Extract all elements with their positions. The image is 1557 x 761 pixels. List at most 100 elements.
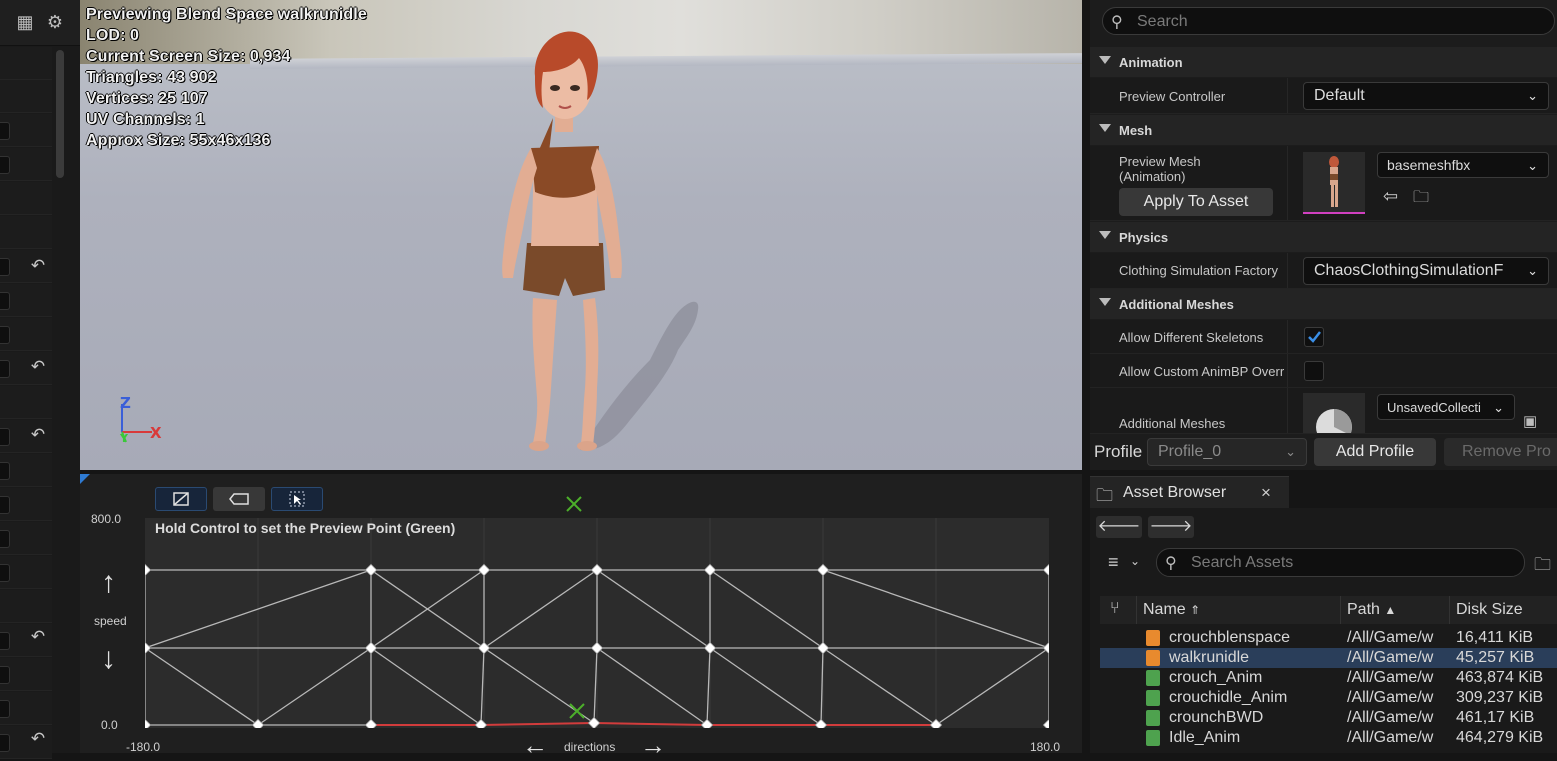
character-model <box>502 31 622 451</box>
category-label: Additional Meshes <box>1119 297 1234 312</box>
folder-icon[interactable]: 🗀 <box>1534 552 1551 581</box>
viewport-stat-screen-size: Current Screen Size: 0,934 <box>86 48 291 65</box>
left-row <box>0 114 52 147</box>
triangulation-toggle-button[interactable] <box>155 487 207 511</box>
reset-arrow-icon[interactable]: ↶ <box>29 358 47 376</box>
asset-row-selected[interactable]: walkrunidle /All/Game/w 45,257 KiB <box>1100 648 1557 668</box>
chevron-down-icon: ⌄ <box>1527 158 1538 173</box>
pie-collection-icon <box>1316 409 1352 433</box>
dropdown-value: Default <box>1314 87 1365 104</box>
blendspace-graph[interactable]: Hold Control to set the Preview Point (G… <box>145 518 1049 728</box>
asset-name: crouchidle_Anim <box>1169 689 1288 706</box>
asset-path: /All/Game/w <box>1347 629 1434 646</box>
additional-meshes-dropdown[interactable]: UnsavedCollecti ⌄ <box>1377 394 1515 420</box>
tab-label: Asset Browser <box>1123 484 1227 501</box>
search-icon: ⚲ <box>1165 555 1177 572</box>
add-profile-button[interactable]: Add Profile <box>1314 438 1436 466</box>
chevron-down-icon: ⌄ <box>1527 88 1538 103</box>
eraser-icon <box>229 493 249 505</box>
asset-size: 463,874 KiB <box>1456 669 1544 686</box>
viewport-stat-uv: UV Channels: 1 <box>86 111 205 128</box>
left-scrollbar[interactable] <box>56 50 64 178</box>
collapse-triangle-icon <box>1099 124 1111 132</box>
asset-size: 16,411 KiB <box>1456 629 1534 646</box>
asset-size: 309,237 KiB <box>1456 689 1544 706</box>
preview-controller-dropdown[interactable]: Default ⌄ <box>1303 82 1549 110</box>
asset-search-input[interactable]: ⚲ Search Assets <box>1156 548 1525 577</box>
collection-thumbnail[interactable] <box>1303 393 1365 433</box>
table-icon[interactable]: ▦ <box>15 12 35 32</box>
left-row <box>0 488 52 521</box>
blendspace-hint: Hold Control to set the Preview Point (G… <box>155 520 456 536</box>
gear-icon[interactable]: ⚙ <box>45 12 65 32</box>
checkmark-icon <box>1308 331 1321 343</box>
asset-row[interactable]: crouch_Anim /All/Game/w 463,874 KiB <box>1100 668 1557 688</box>
reset-arrow-icon[interactable]: ↶ <box>29 628 47 646</box>
left-row <box>0 386 52 419</box>
reset-arrow-icon[interactable]: ↶ <box>29 426 47 444</box>
asset-path: /All/Game/w <box>1347 709 1434 726</box>
sort-up-icon: ▲ <box>1384 603 1397 617</box>
asset-size: 461,17 KiB <box>1456 709 1535 726</box>
blendspace-triangulation <box>145 518 1049 728</box>
arrow-left-icon: 🡐 <box>1097 518 1141 535</box>
viewport-stat-triangles: Triangles: 43 902 <box>86 69 217 86</box>
mesh-thumbnail[interactable] <box>1303 152 1365 214</box>
remove-profile-button[interactable]: Remove Pro <box>1444 438 1557 466</box>
asset-row[interactable]: Idle_Anim /All/Game/w 464,279 KiB <box>1100 728 1557 748</box>
left-row <box>0 148 52 181</box>
column-name[interactable]: Name ⇑ <box>1143 601 1200 629</box>
asset-row[interactable]: crouchidle_Anim /All/Game/w 309,237 KiB <box>1100 688 1557 708</box>
close-icon[interactable]: × <box>1261 483 1271 503</box>
allow-skeletons-checkbox[interactable] <box>1304 327 1324 347</box>
category-physics[interactable]: Physics <box>1090 222 1557 252</box>
x-axis-name: directions <box>564 740 616 754</box>
prop-additional-meshes: Additional Meshes UnsavedCollecti ⌄ ▣ <box>1090 388 1557 434</box>
details-search-input[interactable]: ⚲ Search <box>1102 7 1555 35</box>
allow-animbp-checkbox[interactable] <box>1304 361 1324 381</box>
viewport-stat-vertices: Vertices: 25 107 <box>86 90 208 107</box>
preview-viewport[interactable]: Z X Y Previewing Blend Space walkrunidle… <box>80 0 1082 470</box>
reset-arrow-icon[interactable]: ↶ <box>29 257 47 275</box>
left-row <box>0 80 52 113</box>
forward-button[interactable]: 🡒 <box>1148 516 1194 538</box>
snap-button[interactable] <box>271 487 323 511</box>
asset-name: walkrunidle <box>1169 649 1250 666</box>
x-axis-max-label: 180.0 <box>1030 740 1061 754</box>
blendspace-editor[interactable]: 800.0 0.0 -180.0 180.0 speed directions … <box>80 474 1082 760</box>
category-additional-meshes[interactable]: Additional Meshes <box>1090 289 1557 319</box>
sort-icon: ⇑ <box>1190 603 1201 617</box>
category-label: Physics <box>1119 230 1169 245</box>
collapse-triangle-icon <box>1099 56 1111 64</box>
prop-allow-custom-animbp: Allow Custom AnimBP Overric <box>1090 354 1557 388</box>
category-mesh[interactable]: Mesh <box>1090 115 1557 145</box>
column-path[interactable]: Path ▲ <box>1347 601 1396 629</box>
tab-asset-browser[interactable]: 🗀 Asset Browser × <box>1090 476 1289 508</box>
apply-to-asset-button[interactable]: Apply To Asset <box>1119 188 1273 216</box>
blendspace-asset-icon <box>1146 650 1160 666</box>
chevron-down-icon[interactable]: ⌄ <box>1130 554 1140 568</box>
reset-arrow-icon[interactable]: ↶ <box>29 730 47 748</box>
eraser-button[interactable] <box>213 487 265 511</box>
column-disk-size[interactable]: Disk Size <box>1456 601 1523 629</box>
branch-icon[interactable]: ⑂ <box>1110 600 1120 618</box>
left-row <box>0 692 52 725</box>
save-icon[interactable]: ▣ <box>1523 412 1537 430</box>
preview-mesh-dropdown[interactable]: basemeshfbx ⌄ <box>1377 152 1549 178</box>
asset-row[interactable]: crounchBWD /All/Game/w 461,17 KiB <box>1100 708 1557 728</box>
asset-size: 45,257 KiB <box>1456 649 1535 666</box>
use-selected-asset-icon[interactable]: ⇦ <box>1383 186 1398 207</box>
filter-icon[interactable]: ≡ <box>1108 552 1119 573</box>
asset-path: /All/Game/w <box>1347 689 1434 706</box>
preview-point-icon[interactable] <box>564 494 584 514</box>
asset-row[interactable]: crouchblenspace /All/Game/w 16,411 KiB <box>1100 628 1557 648</box>
back-button[interactable]: 🡐 <box>1096 516 1142 538</box>
browse-folder-icon[interactable]: 🗀 <box>1413 186 1429 213</box>
viewport-stat-title: Previewing Blend Space walkrunidle <box>86 6 367 23</box>
prop-label: Allow Custom AnimBP Overric <box>1119 364 1284 379</box>
clothing-factory-dropdown[interactable]: ChaosClothingSimulationF ⌄ <box>1303 257 1549 285</box>
category-animation[interactable]: Animation <box>1090 47 1557 77</box>
prop-label: Additional Meshes <box>1119 416 1226 431</box>
profile-dropdown[interactable]: Profile_0 ⌄ <box>1147 438 1307 466</box>
left-row <box>0 522 52 555</box>
